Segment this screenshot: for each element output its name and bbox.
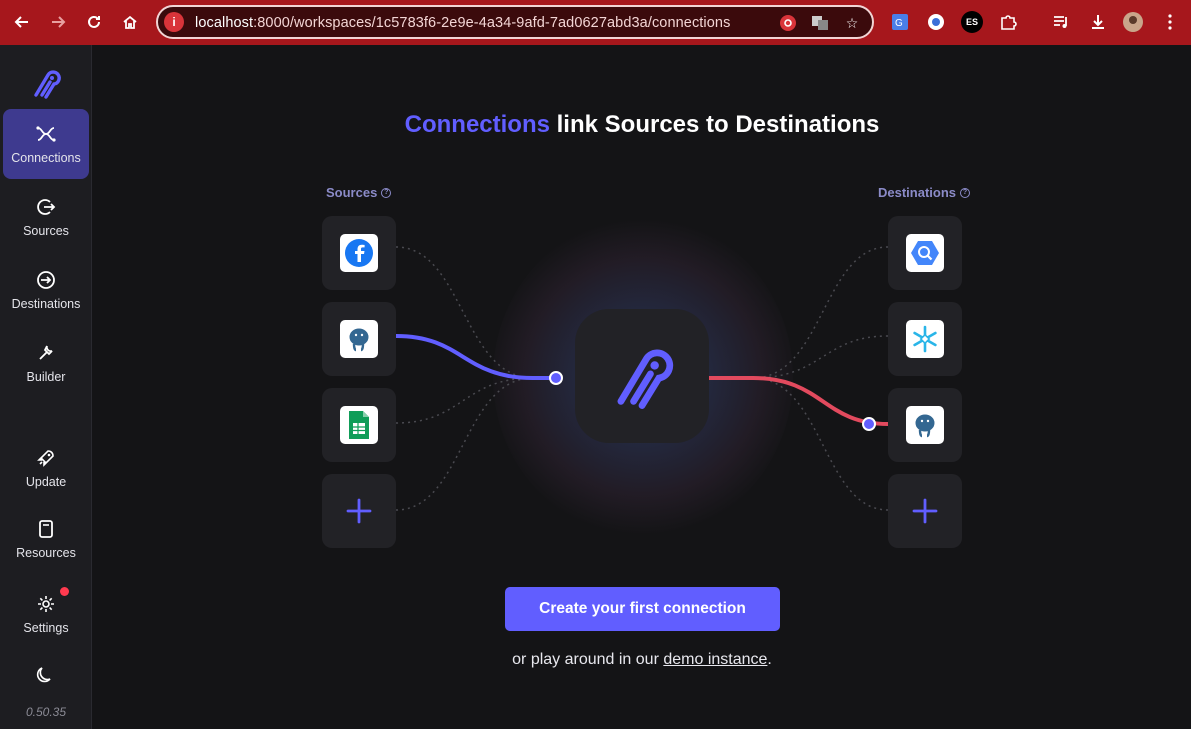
- main-content: Connections link Sources to Destinations…: [93, 45, 1191, 729]
- connections-icon: [35, 123, 57, 145]
- browser-toolbar: i localhost:8000/workspaces/1c5783f6-2e9…: [0, 0, 1191, 45]
- sidebar-item-sources[interactable]: Sources: [3, 182, 89, 252]
- snowflake-icon: [906, 320, 944, 358]
- add-source-icon: [346, 498, 372, 524]
- builder-icon: [35, 342, 57, 364]
- lens-icon[interactable]: [778, 13, 798, 33]
- source-google-sheets-tile[interactable]: [322, 388, 396, 462]
- postgres-icon: [906, 406, 944, 444]
- star-icon[interactable]: ☆: [842, 13, 862, 33]
- sidebar-item-label: Resources: [16, 546, 76, 560]
- address-bar[interactable]: i localhost:8000/workspaces/1c5783f6-2e9…: [156, 5, 874, 39]
- home-icon[interactable]: [118, 10, 142, 34]
- notification-badge: [60, 587, 69, 596]
- sources-icon: [35, 196, 57, 218]
- translate-icon[interactable]: [810, 13, 830, 33]
- destination-bigquery-tile[interactable]: [888, 216, 962, 290]
- sidebar-item-label: Update: [25, 475, 67, 489]
- sidebar-item-label: Builder: [26, 370, 66, 384]
- sidebar-item-label: Connections: [11, 151, 81, 165]
- airbyte-hub: [575, 309, 709, 443]
- profile-badge-icon[interactable]: ES: [961, 11, 983, 33]
- create-connection-button[interactable]: Create your first connection: [505, 587, 780, 631]
- sidebar-item-label: Destinations: [11, 297, 81, 311]
- avatar[interactable]: [1122, 11, 1144, 33]
- postgres-icon: [340, 320, 378, 358]
- google-translate-ext-icon[interactable]: G: [889, 11, 911, 33]
- rocket-icon: [35, 447, 57, 469]
- source-facebook-tile[interactable]: [322, 216, 396, 290]
- svg-text:G: G: [895, 18, 903, 29]
- airbyte-logo-icon: [617, 349, 674, 409]
- moon-icon: [35, 664, 57, 686]
- destination-snowflake-tile[interactable]: [888, 302, 962, 376]
- menu-icon[interactable]: [1159, 11, 1181, 33]
- gear-icon: [35, 593, 57, 615]
- sidebar-item-update[interactable]: Update: [3, 433, 89, 503]
- back-icon[interactable]: [10, 10, 34, 34]
- add-destination-button[interactable]: [888, 474, 962, 548]
- reload-icon[interactable]: [82, 10, 106, 34]
- airbyte-logo-icon[interactable]: [28, 65, 64, 101]
- add-destination-icon: [912, 498, 938, 524]
- demo-instance-text: or play around in our demo instance.: [512, 651, 772, 668]
- sidebar-item-label: Sources: [23, 224, 69, 238]
- add-source-button[interactable]: [322, 474, 396, 548]
- facebook-icon: [340, 234, 378, 272]
- sidebar-item-resources[interactable]: Resources: [3, 504, 89, 574]
- sidebar: Connections Sources Destinations Builder…: [0, 45, 92, 729]
- extension-icon[interactable]: [925, 11, 947, 33]
- download-icon[interactable]: [1087, 11, 1109, 33]
- source-postgres-tile[interactable]: [322, 302, 396, 376]
- sidebar-item-destinations[interactable]: Destinations: [3, 255, 89, 325]
- puzzle-icon[interactable]: [997, 11, 1019, 33]
- book-icon: [35, 518, 57, 540]
- bigquery-icon: [906, 234, 944, 272]
- destination-postgres-tile[interactable]: [888, 388, 962, 462]
- theme-toggle-button[interactable]: [3, 650, 89, 706]
- demo-instance-link[interactable]: demo instance: [663, 651, 767, 668]
- url-text[interactable]: localhost:8000/workspaces/1c5783f6-2e9e-…: [195, 15, 730, 31]
- sidebar-item-label: Settings: [23, 621, 69, 635]
- site-info-icon[interactable]: i: [164, 12, 184, 32]
- sidebar-item-connections[interactable]: Connections: [3, 109, 89, 179]
- forward-icon[interactable]: [46, 10, 70, 34]
- sidebar-item-builder[interactable]: Builder: [3, 328, 89, 398]
- google-sheets-icon: [340, 406, 378, 444]
- sidebar-item-settings[interactable]: Settings: [3, 579, 89, 649]
- destinations-icon: [35, 269, 57, 291]
- version-label: 0.50.35: [25, 705, 67, 719]
- media-icon[interactable]: [1050, 11, 1072, 33]
